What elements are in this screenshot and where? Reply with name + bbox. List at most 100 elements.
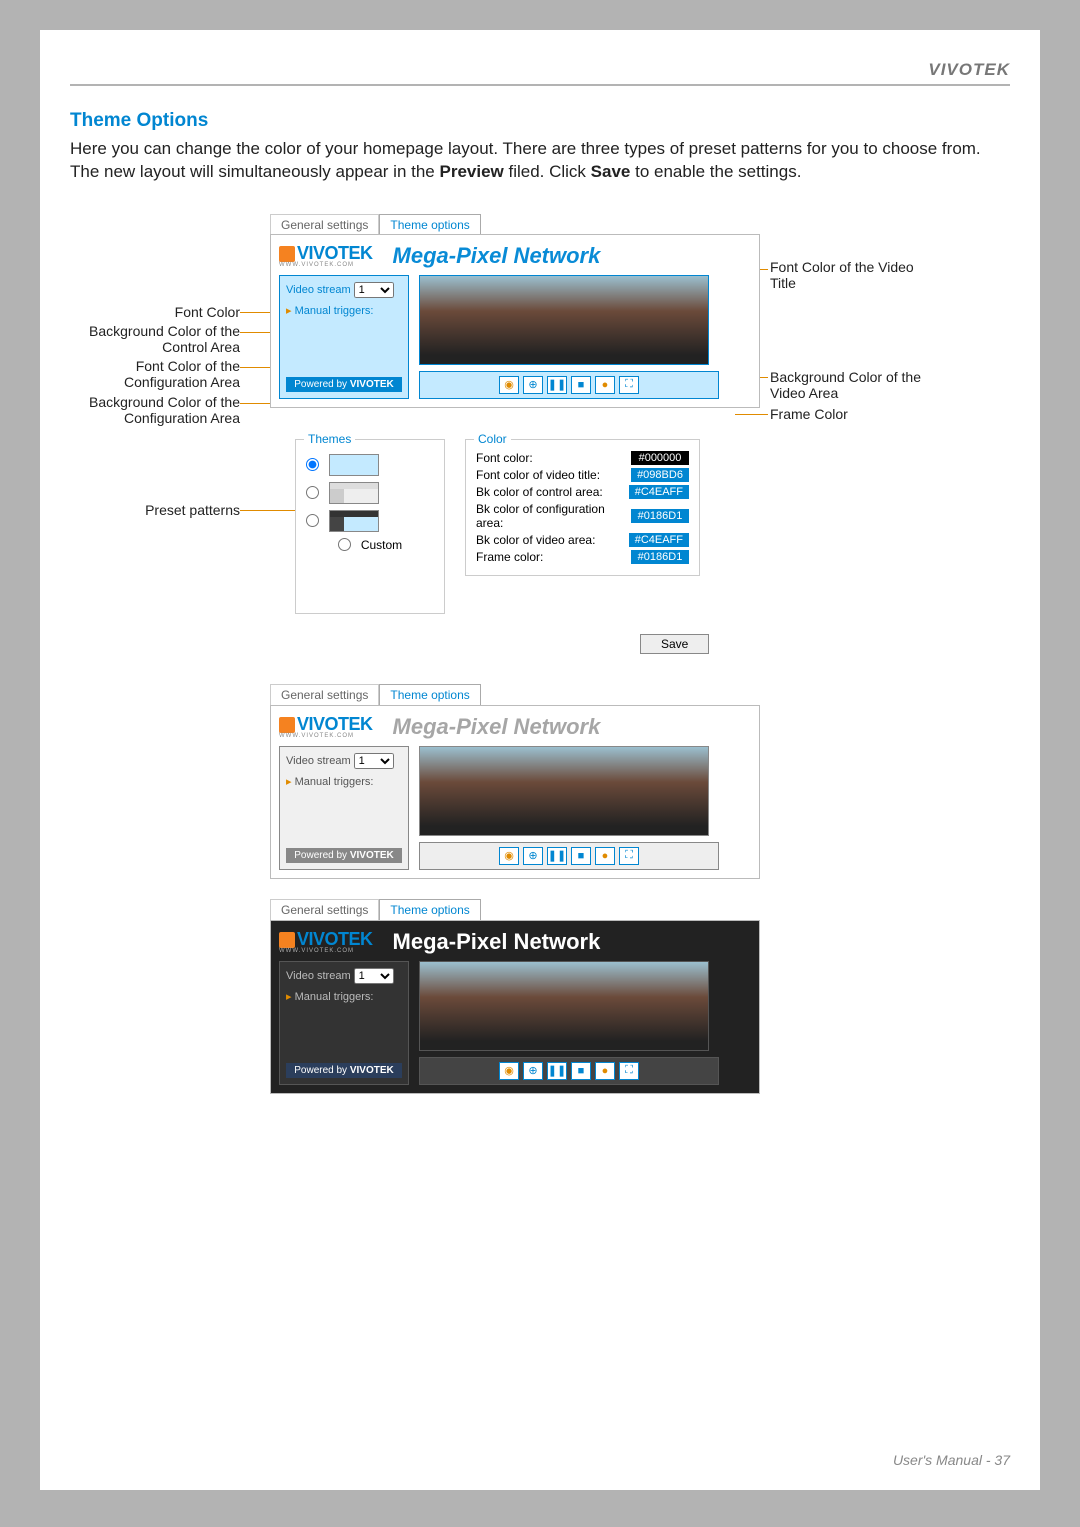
themes-legend: Themes xyxy=(304,432,355,446)
color-row-video: Bk color of video area:#C4EAFF xyxy=(476,533,689,547)
control-sidebar-3: Video stream1 ▸ Manual triggers: Powered… xyxy=(279,961,409,1085)
zoom-icon[interactable]: ⊕ xyxy=(523,847,543,865)
page-footer: User's Manual - 37 xyxy=(893,1452,1010,1468)
tab-general-3[interactable]: General settings xyxy=(270,899,379,920)
tab-general[interactable]: General settings xyxy=(270,214,379,235)
pause-icon[interactable]: ❚❚ xyxy=(547,1062,567,1080)
video-column: ◉ ⊕ ❚❚ ■ ● ⛶ xyxy=(419,275,719,399)
callout-bg-control: Background Color of the Control Area xyxy=(80,323,240,355)
intro-e: to enable the settings. xyxy=(630,162,801,181)
themes-box: Themes Custom xyxy=(295,439,445,614)
leader xyxy=(735,414,768,415)
powered-by-2: Powered by VIVOTEK xyxy=(286,848,402,863)
save-button[interactable]: Save xyxy=(640,634,709,654)
color-legend: Color xyxy=(474,432,511,446)
video-controls: ◉ ⊕ ❚❚ ■ ● ⛶ xyxy=(419,371,719,399)
zoom-icon[interactable]: ⊕ xyxy=(523,376,543,394)
snapshot-icon[interactable]: ◉ xyxy=(499,376,519,394)
snapshot-icon[interactable]: ◉ xyxy=(499,847,519,865)
tab-general-2[interactable]: General settings xyxy=(270,684,379,705)
theme-radio-custom[interactable] xyxy=(338,538,351,551)
record-icon[interactable]: ● xyxy=(595,1062,615,1080)
callout-fc-config: Font Color of the Configuration Area xyxy=(80,358,240,390)
color-box: Color Font color:#000000 Font color of v… xyxy=(465,439,700,576)
record-icon[interactable]: ● xyxy=(595,376,615,394)
video-preview-2 xyxy=(419,746,709,836)
intro-d: Save xyxy=(591,162,631,181)
color-row-control: Bk color of control area:#C4EAFF xyxy=(476,485,689,499)
video-column-2: ◉ ⊕ ❚❚ ■ ● ⛶ xyxy=(419,746,719,870)
preview-area-2: Video stream1 ▸ Manual triggers: Powered… xyxy=(279,746,751,870)
logo-block: VIVOTEK WWW.VIVOTEK.COM xyxy=(279,243,373,268)
tabs-3: General settings Theme options xyxy=(270,899,770,920)
theme-radio-3[interactable] xyxy=(306,514,319,527)
preview-panel-3: VIVOTEK WWW.VIVOTEK.COM Mega-Pixel Netwo… xyxy=(270,920,760,1094)
figure-3: General settings Theme options VIVOTEK W… xyxy=(270,899,770,1094)
preview-panel: VIVOTEK WWW.VIVOTEK.COM Mega-Pixel Netwo… xyxy=(270,234,760,408)
tabs-2: General settings Theme options xyxy=(270,684,770,705)
pause-icon[interactable]: ❚❚ xyxy=(547,847,567,865)
tab-theme[interactable]: Theme options xyxy=(379,214,480,235)
swatch-dark xyxy=(329,510,379,532)
tabs: General settings Theme options xyxy=(270,214,481,235)
callout-bg-config: Background Color of the Configuration Ar… xyxy=(80,394,240,426)
stop-icon[interactable]: ■ xyxy=(571,1062,591,1080)
figure-1: Font Color Background Color of the Contr… xyxy=(70,204,1010,664)
video-column-3: ◉ ⊕ ❚❚ ■ ● ⛶ xyxy=(419,961,719,1085)
video-preview xyxy=(419,275,709,365)
stop-icon[interactable]: ■ xyxy=(571,847,591,865)
callout-font-color: Font Color xyxy=(80,304,240,320)
zoom-icon[interactable]: ⊕ xyxy=(523,1062,543,1080)
video-title-3: Mega-Pixel Network xyxy=(393,929,601,955)
callout-frame: Frame Color xyxy=(770,406,848,422)
preview-header-3: VIVOTEK WWW.VIVOTEK.COM Mega-Pixel Netwo… xyxy=(279,929,751,955)
intro-c: filed. Click xyxy=(504,162,591,181)
callout-fc-title: Font Color of the Video Title xyxy=(770,259,930,291)
powered-by-3: Powered by VIVOTEK xyxy=(286,1063,402,1078)
powered-by: Powered by VIVOTEK xyxy=(286,377,402,392)
preview-header-2: VIVOTEK WWW.VIVOTEK.COM Mega-Pixel Netwo… xyxy=(279,714,751,740)
tab-theme-3[interactable]: Theme options xyxy=(379,899,480,920)
theme-option-2[interactable] xyxy=(306,482,434,504)
video-title-2: Mega-Pixel Network xyxy=(393,714,601,740)
callout-bg-video: Background Color of the Video Area xyxy=(770,369,940,401)
color-row-frame: Frame color:#0186D1 xyxy=(476,550,689,564)
fullscreen-icon[interactable]: ⛶ xyxy=(619,1062,639,1080)
snapshot-icon[interactable]: ◉ xyxy=(499,1062,519,1080)
preview-header: VIVOTEK WWW.VIVOTEK.COM Mega-Pixel Netwo… xyxy=(279,243,751,269)
vivotek-logo-3: VIVOTEK xyxy=(279,929,373,950)
color-row-config: Bk color of configuration area:#0186D1 xyxy=(476,502,689,530)
leader xyxy=(240,510,295,511)
video-preview-3 xyxy=(419,961,709,1051)
logo-block-3: VIVOTEK WWW.VIVOTEK.COM xyxy=(279,929,373,954)
intro-text: Here you can change the color of your ho… xyxy=(70,138,1010,184)
preview-area: Video stream 1 ▸ Manual triggers: Powere… xyxy=(279,275,751,399)
video-stream-select-2[interactable]: 1 xyxy=(354,753,394,769)
preview-area-3: Video stream1 ▸ Manual triggers: Powered… xyxy=(279,961,751,1085)
color-row-font: Font color:#000000 xyxy=(476,451,689,465)
brand-bar: VIVOTEK xyxy=(70,60,1010,86)
video-stream-row: Video stream 1 xyxy=(286,282,402,298)
video-stream-select[interactable]: 1 xyxy=(354,282,394,298)
video-controls-2: ◉ ⊕ ❚❚ ■ ● ⛶ xyxy=(419,842,719,870)
theme-option-custom[interactable]: Custom xyxy=(306,538,434,552)
theme-radio-1[interactable] xyxy=(306,458,319,471)
tab-theme-2[interactable]: Theme options xyxy=(379,684,480,705)
pause-icon[interactable]: ❚❚ xyxy=(547,376,567,394)
record-icon[interactable]: ● xyxy=(595,847,615,865)
theme-radio-2[interactable] xyxy=(306,486,319,499)
manual-triggers-label: ▸ Manual triggers: xyxy=(286,304,402,317)
theme-option-1[interactable] xyxy=(306,454,434,476)
preview-panel-2: VIVOTEK WWW.VIVOTEK.COM Mega-Pixel Netwo… xyxy=(270,705,760,879)
fullscreen-icon[interactable]: ⛶ xyxy=(619,847,639,865)
logo-block-2: VIVOTEK WWW.VIVOTEK.COM xyxy=(279,714,373,739)
control-sidebar-2: Video stream1 ▸ Manual triggers: Powered… xyxy=(279,746,409,870)
stop-icon[interactable]: ■ xyxy=(571,376,591,394)
fullscreen-icon[interactable]: ⛶ xyxy=(619,376,639,394)
section-title: Theme Options xyxy=(70,110,1010,132)
custom-label: Custom xyxy=(361,538,402,552)
video-stream-select-3[interactable]: 1 xyxy=(354,968,394,984)
theme-option-3[interactable] xyxy=(306,510,434,532)
callout-preset: Preset patterns xyxy=(80,502,240,518)
video-title: Mega-Pixel Network xyxy=(393,243,601,269)
